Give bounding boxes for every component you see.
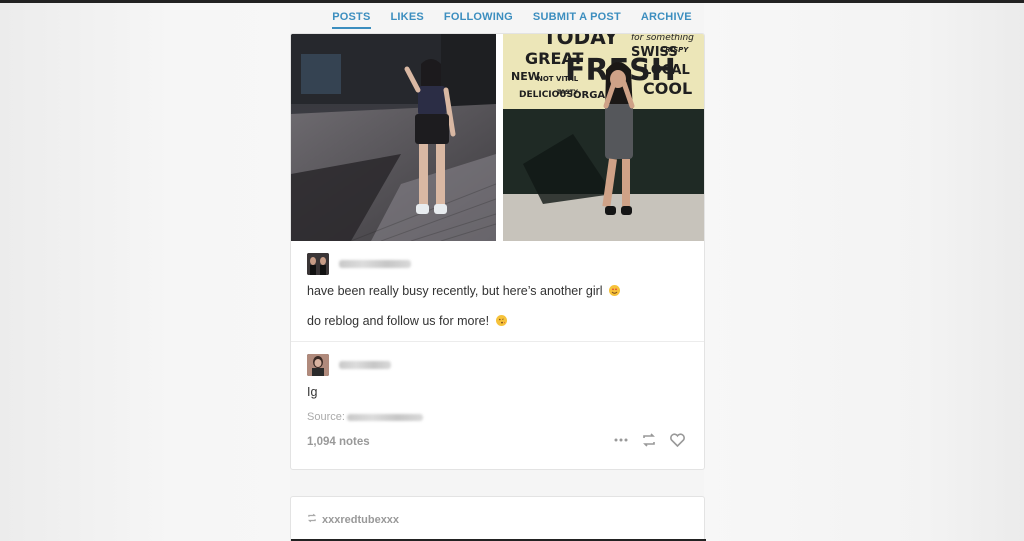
reblog-name-blurred[interactable] [339, 361, 391, 369]
source-label: Source: [307, 411, 345, 423]
source-row: Source: [307, 411, 423, 423]
reblog-icon[interactable] [641, 432, 657, 453]
post-author-row [307, 253, 411, 275]
blog-nav: POSTS LIKES FOLLOWING SUBMIT A POST ARCH… [0, 11, 1024, 29]
more-dots-icon[interactable] [613, 432, 629, 453]
photo-right[interactable]: TODAY GREAT FRESH SWISS CRISPY LOCAL COO… [503, 34, 704, 241]
caption-line-2-text: do reblog and follow us for more! [307, 314, 490, 328]
sign-text-local: LOCAL [643, 63, 690, 78]
sign-text-new: NEW [511, 70, 540, 83]
nav-submit-a-post[interactable]: SUBMIT A POST [533, 11, 621, 29]
reblog-avatar[interactable] [307, 354, 329, 376]
nav-posts[interactable]: POSTS [332, 11, 371, 29]
photo-left-image [291, 34, 496, 241]
post-card: TODAY GREAT FRESH SWISS CRISPY LOCAL COO… [290, 33, 705, 470]
page-background-right [704, 3, 1024, 541]
sign-text-today: TODAY [543, 34, 619, 49]
source-link-blurred[interactable] [346, 413, 423, 421]
author-avatar[interactable] [307, 253, 329, 275]
sign-text-something: for something [631, 34, 694, 43]
sign-text-vital: NOT VITAL [537, 75, 579, 83]
kissing-face-emoji [495, 315, 507, 326]
caption-line-2: do reblog and follow us for more! [307, 314, 507, 328]
heart-icon[interactable] [669, 432, 686, 453]
reblog-text: Ig [307, 385, 318, 399]
post-actions [613, 432, 686, 453]
smiling-heart-eyes-emoji [609, 285, 621, 296]
reblog-small-icon [307, 513, 317, 526]
post-card-2: xxxredtubexxx [290, 496, 706, 541]
photoset: TODAY GREAT FRESH SWISS CRISPY LOCAL COO… [291, 34, 704, 241]
caption-line-1: have been really busy recently, but here… [307, 284, 621, 298]
post-divider [291, 341, 704, 342]
reblogged-from-username[interactable]: xxxredtubexxx [322, 514, 399, 526]
notes-count[interactable]: 1,094 notes [307, 436, 370, 448]
caption-line-1-text: have been really busy recently, but here… [307, 284, 603, 298]
post2-header: xxxredtubexxx [307, 513, 399, 526]
author-name-blurred[interactable] [339, 260, 411, 268]
photo-right-image: TODAY GREAT FRESH SWISS CRISPY LOCAL COO… [503, 34, 704, 241]
sign-text-cool: COOL [643, 79, 692, 98]
nav-following[interactable]: FOLLOWING [444, 11, 513, 29]
reblog-author-row [307, 354, 391, 376]
nav-archive[interactable]: ARCHIVE [641, 11, 692, 29]
sign-text-crispy: CRISPY [660, 46, 689, 54]
page-background-left [0, 3, 290, 541]
photo-left[interactable] [291, 34, 496, 241]
nav-likes[interactable]: LIKES [391, 11, 424, 29]
